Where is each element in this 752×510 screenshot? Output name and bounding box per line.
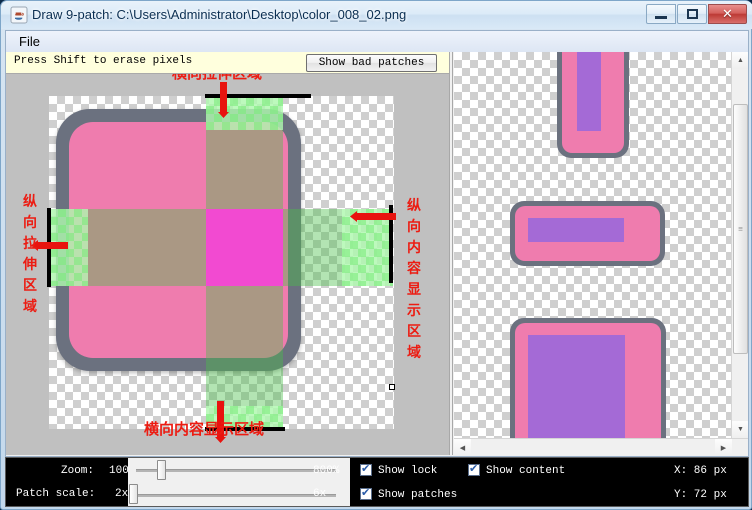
patch-scale-slider-knob[interactable] — [129, 484, 138, 504]
nine-patch-artwork-inner — [69, 122, 288, 358]
cursor-x-coordinate: X: 86 px — [674, 465, 727, 477]
preview-item-tall — [557, 52, 629, 158]
window-title: Draw 9-patch: C:\Users\Administrator\Des… — [32, 6, 406, 24]
scroll-thumb-grip-icon: ≡ — [738, 228, 743, 231]
menu-item-file[interactable]: File — [13, 33, 46, 51]
zoom-max-label: 800% — [313, 465, 339, 477]
annotation-arrow-right — [356, 213, 396, 220]
annotation-label-top: 横向拉伸区域 — [172, 74, 262, 83]
preview-item-large-content — [528, 335, 625, 438]
patch-scale-max-label: 6x — [313, 488, 326, 500]
title-bar: Draw 9-patch: C:\Users\Administrator\Des… — [1, 1, 752, 29]
hint-text: Press Shift to erase pixels — [14, 55, 192, 67]
preview-vertical-scrollbar[interactable]: ▲ ≡ ▼ — [731, 52, 748, 438]
patch-scale-slider-track — [136, 494, 336, 497]
annotation-arrow-left — [36, 242, 68, 249]
java-coffee-cup-icon — [10, 6, 28, 24]
minimize-icon — [647, 5, 675, 23]
menu-bar: File — [5, 30, 749, 52]
cursor-y-coordinate: Y: 72 px — [674, 489, 727, 501]
status-bar: Zoom: 100% 800% Patch scale: 2x 6x Show … — [5, 457, 749, 507]
annotation-arrow-top — [220, 82, 227, 114]
pane-splitter[interactable] — [449, 52, 453, 455]
show-lock-checkbox[interactable] — [360, 464, 372, 476]
client-area: Press Shift to erase pixels Show bad pat… — [5, 52, 749, 457]
patch-marker-corner-dot — [389, 384, 395, 390]
hint-bar: Press Shift to erase pixels Show bad pat… — [6, 52, 449, 74]
scroll-right-icon[interactable]: ▶ — [715, 439, 732, 455]
annotation-label-left: 纵 向 拉 伸 区 域 — [20, 192, 40, 318]
maximize-button[interactable] — [677, 4, 707, 24]
preview-item-large — [510, 318, 666, 438]
zoom-slider-track — [136, 469, 336, 472]
vertical-scroll-thumb[interactable]: ≡ — [733, 104, 748, 354]
close-button[interactable]: ✕ — [708, 4, 747, 24]
show-content-label[interactable]: Show content — [486, 465, 565, 477]
preview-pane: ▲ ≡ ▼ ◀ ▶ — [454, 52, 748, 455]
scroll-left-icon[interactable]: ◀ — [454, 439, 471, 455]
scroll-up-icon[interactable]: ▲ — [732, 52, 748, 69]
annotation-label-right: 纵 向 内 容 显 示 区 域 — [404, 196, 424, 364]
nine-patch-canvas[interactable]: 横向拉伸区域 纵 向 拉 伸 区 域 纵 向 内 容 显 示 区 域 横向内容显… — [6, 74, 449, 455]
scroll-down-icon[interactable]: ▼ — [732, 421, 748, 438]
show-patches-label[interactable]: Show patches — [378, 489, 457, 501]
maximize-icon — [678, 5, 706, 23]
show-content-checkbox[interactable] — [468, 464, 480, 476]
show-bad-patches-button[interactable]: Show bad patches — [306, 54, 437, 72]
zoom-slider-knob[interactable] — [157, 460, 166, 480]
show-patches-checkbox[interactable] — [360, 488, 372, 500]
nine-patch-artwork — [56, 109, 301, 371]
annotation-label-bottom: 横向内容显示区域 — [144, 418, 264, 439]
preview-horizontal-scrollbar[interactable]: ◀ ▶ — [454, 438, 748, 455]
preview-item-tall-content — [577, 52, 601, 131]
application-window: Draw 9-patch: C:\Users\Administrator\Des… — [0, 0, 752, 510]
preview-item-wide-content — [528, 218, 624, 242]
show-lock-label[interactable]: Show lock — [378, 465, 437, 477]
minimize-button[interactable] — [646, 4, 676, 24]
close-icon: ✕ — [709, 5, 746, 23]
patch-scale-label: Patch scale: — [16, 488, 95, 500]
patch-scale-value: 2x — [115, 488, 128, 500]
preview-item-wide — [510, 201, 665, 266]
editor-pane: Press Shift to erase pixels Show bad pat… — [6, 52, 449, 455]
zoom-label: Zoom: — [61, 465, 94, 477]
preview-checkerboard — [454, 52, 731, 438]
